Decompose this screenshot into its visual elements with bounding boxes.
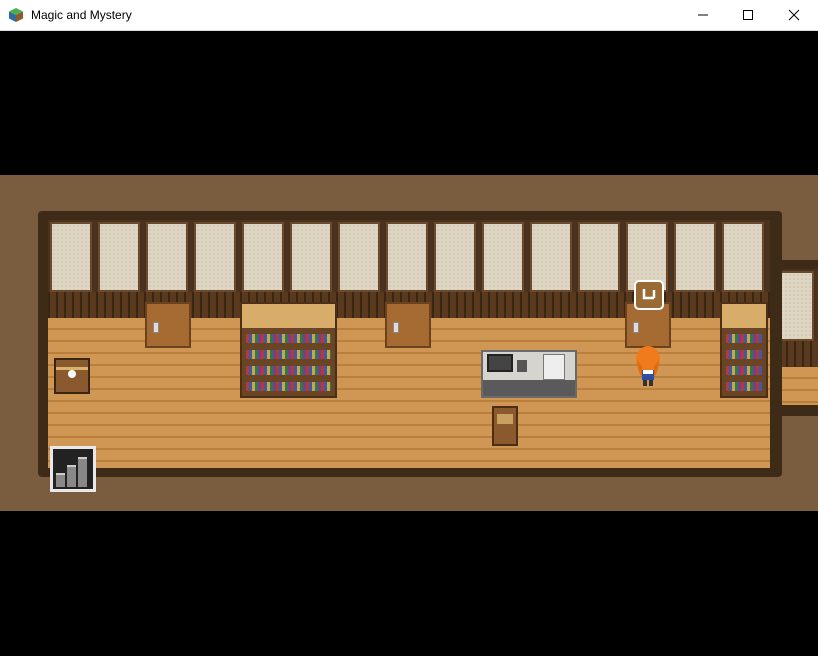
room-interior (48, 220, 770, 492)
window-titlebar: Magic and Mystery (0, 0, 818, 31)
close-icon (788, 9, 800, 21)
wall-panel (290, 222, 332, 292)
door-sign[interactable] (634, 280, 664, 310)
game-cube-icon (8, 7, 24, 23)
wall-panel (482, 222, 524, 292)
wall-panel (578, 222, 620, 292)
treasure-chest[interactable] (54, 358, 90, 394)
window-title: Magic and Mystery (31, 8, 132, 22)
bookshelf-large[interactable] (240, 302, 337, 398)
wall-panel (434, 222, 476, 292)
chair[interactable] (492, 406, 518, 446)
door-2[interactable] (385, 302, 431, 348)
wall-panel (338, 222, 380, 292)
wall-panel (50, 222, 92, 292)
door-1[interactable] (145, 302, 191, 348)
wall-panel (674, 222, 716, 292)
staircase[interactable] (50, 446, 96, 492)
computer-monitor[interactable] (487, 354, 513, 372)
wall-panel (146, 222, 188, 292)
game-viewport[interactable] (0, 31, 818, 656)
telephone[interactable] (543, 354, 565, 380)
maximize-button[interactable] (725, 0, 771, 30)
wall-panel (194, 222, 236, 292)
close-button[interactable] (771, 0, 817, 30)
wall-panel (722, 222, 764, 292)
office-desk[interactable] (481, 350, 577, 398)
wall-panel (386, 222, 428, 292)
wall-panel (98, 222, 140, 292)
minimize-icon (698, 14, 708, 16)
bookshelf-small[interactable] (720, 302, 768, 398)
player-sprite-icon (636, 346, 660, 386)
door-exit-icon (642, 289, 656, 300)
minimize-button[interactable] (680, 0, 726, 30)
wall-panel (242, 222, 284, 292)
maximize-icon (743, 10, 753, 20)
player-character[interactable] (633, 344, 663, 388)
wall-panel (530, 222, 572, 292)
